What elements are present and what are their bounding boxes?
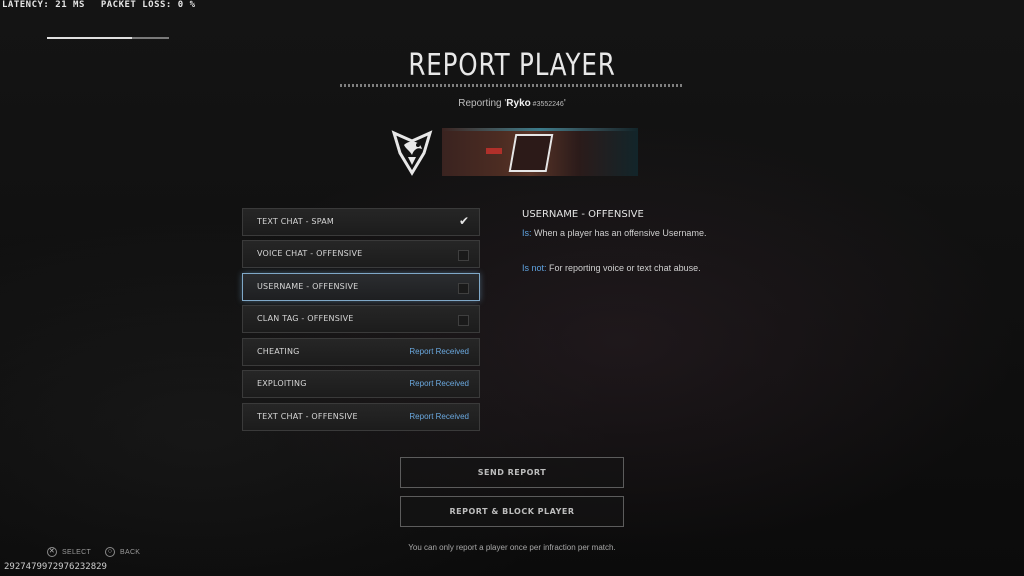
reason-description-title: USERNAME - OFFENSIVE bbox=[522, 209, 644, 220]
report-reason-label: TEXT CHAT - SPAM bbox=[257, 217, 334, 226]
title-divider bbox=[340, 84, 684, 87]
back-hint[interactable]: ○ BACK bbox=[105, 547, 140, 557]
player-name: Ryko bbox=[506, 98, 531, 109]
reason-is-description: Is: When a player has an offensive Usern… bbox=[522, 228, 706, 238]
checkmark-icon: ✔ bbox=[458, 214, 469, 228]
select-hint-label: SELECT bbox=[62, 548, 92, 556]
report-reason-row[interactable]: TEXT CHAT - SPAM ✔ bbox=[242, 208, 480, 236]
cross-button-icon: ✕ bbox=[47, 547, 57, 557]
report-received-status: Report Received bbox=[409, 412, 469, 421]
report-reason-row[interactable]: USERNAME - OFFENSIVE bbox=[242, 273, 480, 301]
report-reason-label: EXPLOITING bbox=[257, 379, 307, 388]
packet-loss-value: 0 bbox=[177, 0, 184, 10]
select-hint[interactable]: ✕ SELECT bbox=[47, 547, 91, 557]
checkbox-empty-icon[interactable] bbox=[458, 250, 469, 261]
is-label: Is: bbox=[522, 228, 532, 238]
report-reason-label: VOICE CHAT - OFFENSIVE bbox=[257, 249, 363, 258]
report-received-status: Report Received bbox=[409, 379, 469, 388]
report-and-block-button[interactable]: REPORT & BLOCK PLAYER bbox=[400, 496, 624, 527]
report-reason-label: CHEATING bbox=[257, 347, 300, 356]
report-reason-label: USERNAME - OFFENSIVE bbox=[257, 282, 359, 291]
network-status: LATENCY: 21 MS PACKET LOSS: 0 % bbox=[2, 0, 196, 10]
report-reason-row[interactable]: EXPLOITING Report Received bbox=[242, 370, 480, 398]
report-limit-note: You can only report a player once per in… bbox=[408, 543, 616, 552]
latency-label: LATENCY: bbox=[2, 0, 50, 10]
back-hint-label: BACK bbox=[120, 548, 141, 556]
send-report-button[interactable]: SEND REPORT bbox=[400, 457, 624, 488]
report-reason-row[interactable]: TEXT CHAT - OFFENSIVE Report Received bbox=[242, 403, 480, 431]
checkbox-empty-icon[interactable] bbox=[458, 315, 469, 326]
report-received-status: Report Received bbox=[409, 347, 469, 356]
is-text: When a player has an offensive Username. bbox=[531, 228, 707, 238]
loading-progress-bar bbox=[47, 37, 169, 39]
packet-loss-unit: % bbox=[189, 0, 196, 10]
report-reason-row[interactable]: VOICE CHAT - OFFENSIVE bbox=[242, 240, 480, 268]
reason-is-not-description: Is not: For reporting voice or text chat… bbox=[522, 263, 701, 273]
report-reason-row[interactable]: CHEATING Report Received bbox=[242, 338, 480, 366]
page-title: REPORT PLAYER bbox=[408, 48, 616, 83]
is-not-text: For reporting voice or text chat abuse. bbox=[546, 263, 701, 273]
circle-button-icon: ○ bbox=[105, 547, 115, 557]
latency-value: 21 bbox=[55, 0, 68, 10]
reporting-prefix: Reporting ' bbox=[458, 98, 507, 109]
checkbox-empty-icon[interactable] bbox=[458, 283, 469, 294]
player-calling-card bbox=[442, 128, 638, 176]
report-reason-label: CLAN TAG - OFFENSIVE bbox=[257, 314, 354, 323]
reporting-subtitle: Reporting 'Ryko #3552246' bbox=[0, 98, 1024, 109]
report-reason-label: TEXT CHAT - OFFENSIVE bbox=[257, 412, 358, 421]
player-tag: #3552246 bbox=[530, 101, 564, 108]
reporting-suffix: ' bbox=[563, 98, 566, 109]
packet-loss-label: PACKET LOSS: bbox=[100, 0, 172, 10]
is-not-label: Is not: bbox=[522, 263, 547, 273]
latency-unit: MS bbox=[73, 0, 85, 10]
player-emblem-icon bbox=[388, 127, 436, 177]
session-id: 2927479972976232829 bbox=[4, 562, 107, 572]
report-reason-row[interactable]: CLAN TAG - OFFENSIVE bbox=[242, 305, 480, 333]
loading-progress-fill bbox=[47, 37, 133, 39]
